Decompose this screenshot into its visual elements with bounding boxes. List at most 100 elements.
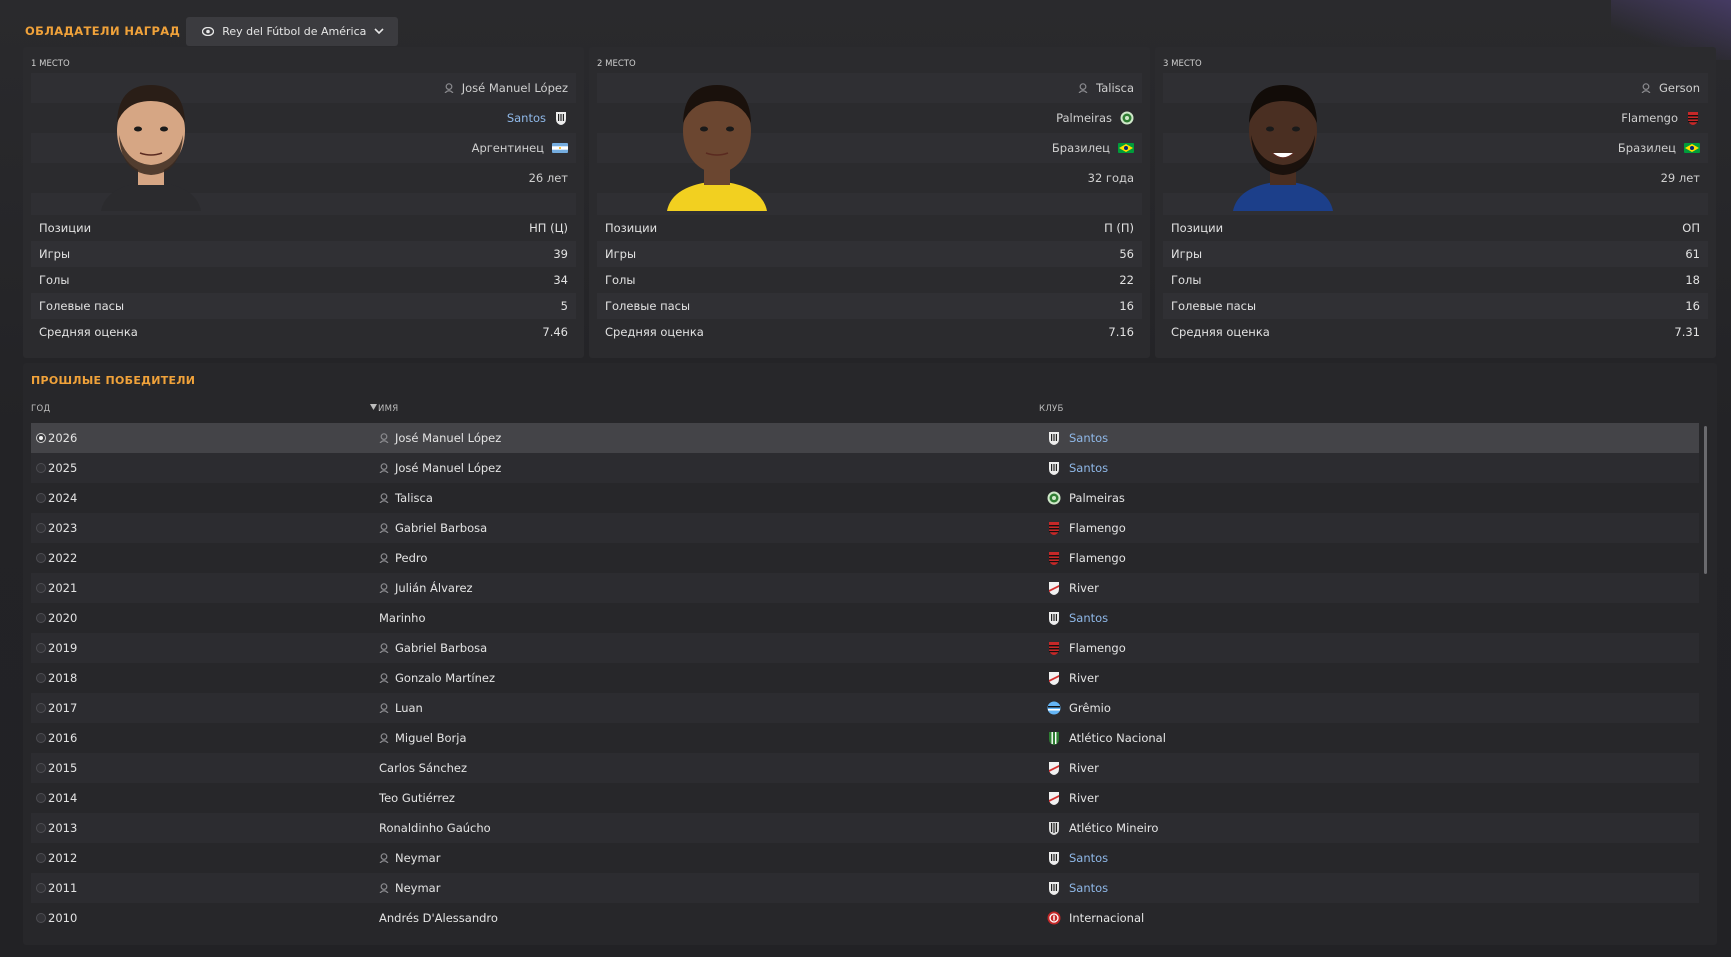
column-header-club[interactable]: КЛУБ xyxy=(1039,404,1064,414)
row-club-name[interactable]: Palmeiras xyxy=(1069,491,1125,505)
table-row[interactable]: 2014 Teo Gutiérrez River xyxy=(31,783,1699,813)
row-radio[interactable] xyxy=(36,463,46,473)
row-club-name[interactable]: Santos xyxy=(1069,461,1108,475)
row-player-name[interactable]: Neymar xyxy=(395,881,440,895)
row-player[interactable]: Neymar xyxy=(379,851,440,865)
table-row[interactable]: 2026 José Manuel López Santos xyxy=(31,423,1699,453)
row-radio[interactable] xyxy=(36,823,46,833)
row-club[interactable]: River xyxy=(1047,581,1099,595)
player-club[interactable]: Flamengo xyxy=(1621,111,1678,125)
row-player-name[interactable]: Andrés D'Alessandro xyxy=(379,911,498,925)
row-club-name[interactable]: River xyxy=(1069,581,1099,595)
table-row[interactable]: 2020 Marinho Santos xyxy=(31,603,1699,633)
row-club[interactable]: Flamengo xyxy=(1047,521,1126,535)
row-club-name[interactable]: Santos xyxy=(1069,431,1108,445)
row-player-name[interactable]: Gabriel Barbosa xyxy=(395,641,487,655)
row-radio[interactable] xyxy=(36,583,46,593)
row-club-name[interactable]: River xyxy=(1069,761,1099,775)
table-row[interactable]: 2023 Gabriel Barbosa Flamengo xyxy=(31,513,1699,543)
table-row[interactable]: 2011 Neymar Santos xyxy=(31,873,1699,903)
award-dropdown[interactable]: Rey del Fútbol de América xyxy=(186,16,399,46)
row-player[interactable]: Ronaldinho Gaúcho xyxy=(379,821,491,835)
player-name[interactable]: Gerson xyxy=(1659,81,1700,95)
row-player[interactable]: Andrés D'Alessandro xyxy=(379,911,498,925)
row-radio[interactable] xyxy=(36,913,46,923)
row-radio[interactable] xyxy=(36,613,46,623)
row-radio[interactable] xyxy=(36,643,46,653)
row-player[interactable]: Marinho xyxy=(379,611,426,625)
scrollbar[interactable] xyxy=(1704,426,1707,574)
column-header-name[interactable]: ИМЯ xyxy=(370,404,399,414)
row-club[interactable]: Santos xyxy=(1047,881,1108,895)
row-player[interactable]: Gabriel Barbosa xyxy=(379,641,487,655)
row-club[interactable]: River xyxy=(1047,791,1099,805)
table-row[interactable]: 2024 Talisca Palmeiras xyxy=(31,483,1699,513)
row-player[interactable]: Pedro xyxy=(379,551,427,565)
row-player[interactable]: José Manuel López xyxy=(379,431,501,445)
row-club-name[interactable]: Santos xyxy=(1069,851,1108,865)
row-player-name[interactable]: Teo Gutiérrez xyxy=(379,791,455,805)
row-club-name[interactable]: Grêmio xyxy=(1069,701,1111,715)
row-radio[interactable] xyxy=(36,763,46,773)
row-club-name[interactable]: Flamengo xyxy=(1069,641,1126,655)
row-radio[interactable] xyxy=(36,523,46,533)
row-club[interactable]: Santos xyxy=(1047,431,1108,445)
row-radio[interactable] xyxy=(36,793,46,803)
player-club[interactable]: Santos xyxy=(507,111,546,125)
row-player[interactable]: Neymar xyxy=(379,881,440,895)
row-club[interactable]: Santos xyxy=(1047,851,1108,865)
row-club[interactable]: Atlético Mineiro xyxy=(1047,821,1158,835)
row-club[interactable]: Palmeiras xyxy=(1047,491,1125,505)
row-club[interactable]: River xyxy=(1047,761,1099,775)
table-row[interactable]: 2022 Pedro Flamengo xyxy=(31,543,1699,573)
row-player[interactable]: José Manuel López xyxy=(379,461,501,475)
row-player[interactable]: Talisca xyxy=(379,491,433,505)
row-club-name[interactable]: Santos xyxy=(1069,881,1108,895)
row-player-name[interactable]: Carlos Sánchez xyxy=(379,761,467,775)
row-player-name[interactable]: Ronaldinho Gaúcho xyxy=(379,821,491,835)
table-row[interactable]: 2025 José Manuel López Santos xyxy=(31,453,1699,483)
row-player-name[interactable]: Marinho xyxy=(379,611,426,625)
row-radio[interactable] xyxy=(36,493,46,503)
row-club[interactable]: Grêmio xyxy=(1047,701,1111,715)
row-club-name[interactable]: Flamengo xyxy=(1069,521,1126,535)
row-player-name[interactable]: Talisca xyxy=(395,491,433,505)
row-radio[interactable] xyxy=(36,733,46,743)
table-row[interactable]: 2017 Luan Grêmio xyxy=(31,693,1699,723)
row-player-name[interactable]: Luan xyxy=(395,701,423,715)
row-player-name[interactable]: José Manuel López xyxy=(395,461,501,475)
table-row[interactable]: 2010 Andrés D'Alessandro Internacional xyxy=(31,903,1699,933)
table-row[interactable]: 2016 Miguel Borja Atlético Nacional xyxy=(31,723,1699,753)
row-club-name[interactable]: Flamengo xyxy=(1069,551,1126,565)
table-row[interactable]: 2012 Neymar Santos xyxy=(31,843,1699,873)
row-player[interactable]: Gonzalo Martínez xyxy=(379,671,495,685)
row-club-name[interactable]: Atlético Mineiro xyxy=(1069,821,1158,835)
row-club[interactable]: Flamengo xyxy=(1047,641,1126,655)
table-row[interactable]: 2013 Ronaldinho Gaúcho Atlético Mineiro xyxy=(31,813,1699,843)
row-player-name[interactable]: Gabriel Barbosa xyxy=(395,521,487,535)
row-radio[interactable] xyxy=(36,433,46,443)
row-club[interactable]: River xyxy=(1047,671,1099,685)
row-radio[interactable] xyxy=(36,673,46,683)
row-player-name[interactable]: José Manuel López xyxy=(395,431,501,445)
row-club[interactable]: Santos xyxy=(1047,611,1108,625)
row-radio[interactable] xyxy=(36,883,46,893)
row-radio[interactable] xyxy=(36,703,46,713)
row-player[interactable]: Luan xyxy=(379,701,423,715)
row-club-name[interactable]: Atlético Nacional xyxy=(1069,731,1166,745)
row-player[interactable]: Teo Gutiérrez xyxy=(379,791,455,805)
row-player-name[interactable]: Pedro xyxy=(395,551,427,565)
row-club[interactable]: Internacional xyxy=(1047,911,1144,925)
player-name[interactable]: Talisca xyxy=(1096,81,1134,95)
column-header-year[interactable]: ГОД xyxy=(31,404,50,414)
row-radio[interactable] xyxy=(36,553,46,563)
table-row[interactable]: 2018 Gonzalo Martínez River xyxy=(31,663,1699,693)
row-club-name[interactable]: Internacional xyxy=(1069,911,1144,925)
row-player-name[interactable]: Gonzalo Martínez xyxy=(395,671,495,685)
row-radio[interactable] xyxy=(36,853,46,863)
table-row[interactable]: 2021 Julián Álvarez River xyxy=(31,573,1699,603)
row-player-name[interactable]: Neymar xyxy=(395,851,440,865)
row-club-name[interactable]: River xyxy=(1069,791,1099,805)
table-row[interactable]: 2019 Gabriel Barbosa Flamengo xyxy=(31,633,1699,663)
row-club[interactable]: Atlético Nacional xyxy=(1047,731,1166,745)
